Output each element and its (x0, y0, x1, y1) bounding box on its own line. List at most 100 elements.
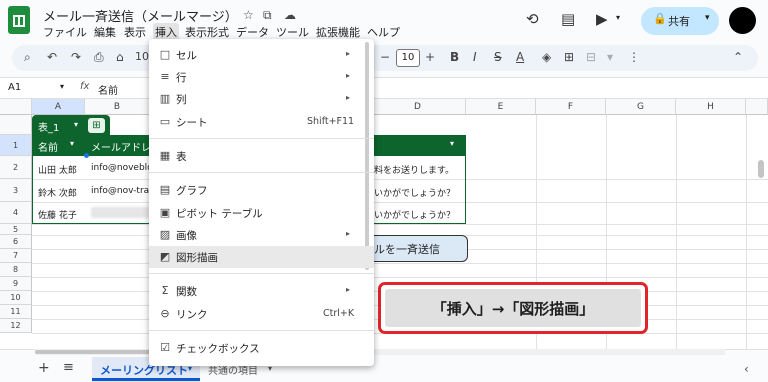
all-sheets-icon[interactable]: ≡ (63, 360, 74, 375)
name-box[interactable]: A1 (8, 82, 21, 93)
row-header[interactable]: 9 (0, 277, 32, 291)
column-icon: ▥ (159, 92, 171, 105)
redo-icon[interactable]: ↷ (71, 50, 81, 64)
column-header[interactable]: B (85, 99, 150, 115)
menu-item-table[interactable]: ▦ 表 (149, 145, 374, 167)
row-header[interactable]: 5 (0, 224, 32, 235)
menu-item-checkbox[interactable]: ☑ チェックボックス (149, 337, 374, 359)
menu-data[interactable]: データ (236, 24, 269, 40)
bold-button[interactable]: B (450, 50, 459, 64)
menu-item-pivot-table[interactable]: ▣ ピボット テーブル (149, 202, 374, 224)
menu-item-column[interactable]: ▥ 列 ▸ (149, 88, 374, 110)
column-menu-caret-icon[interactable]: ▾ (70, 139, 74, 148)
font-size-input[interactable]: 10 (396, 49, 420, 67)
more-options-icon[interactable]: ⋮ (628, 50, 640, 64)
menu-item-link[interactable]: ⊖ リンク Ctrl+K (149, 303, 374, 325)
menu-tools[interactable]: ツール (276, 24, 309, 40)
column-header[interactable]: G (606, 99, 676, 115)
row-header[interactable]: 8 (0, 263, 32, 277)
table-cell[interactable]: 料をお送りします。 (374, 163, 454, 176)
row-header[interactable]: 6 (0, 235, 32, 249)
collapse-toolbar-icon[interactable]: ⌃ (733, 50, 743, 64)
menu-item-cell[interactable]: □ セル ▸ (149, 44, 374, 66)
star-icon[interactable]: ☆ (243, 8, 254, 22)
row-header[interactable]: 1 (0, 135, 32, 156)
italic-button[interactable]: I (473, 50, 477, 64)
row-header[interactable]: 10 (0, 291, 32, 305)
print-icon[interactable]: ⎙ (94, 50, 104, 65)
select-all-corner[interactable] (0, 99, 32, 115)
table-cell[interactable]: 鈴木 次郎 (38, 186, 77, 199)
collapse-sidebar-icon[interactable]: ‹ (744, 362, 749, 376)
menu-item-chart[interactable]: ▤ グラフ (149, 179, 374, 201)
add-sheet-icon[interactable]: + (38, 360, 50, 376)
menu-item-row[interactable]: ≡ 行 ▸ (149, 66, 374, 88)
name-box-caret-icon[interactable]: ▾ (60, 82, 64, 91)
document-title[interactable]: メール一斉送信（メールマージ） (43, 6, 238, 25)
menu-help[interactable]: ヘルプ (367, 24, 400, 40)
fx-icon: fx (80, 81, 90, 92)
row-header[interactable]: 11 (0, 305, 32, 319)
row-header[interactable]: 3 (0, 179, 32, 202)
vertical-scrollbar[interactable] (758, 160, 764, 178)
table-cell[interactable]: いかがでしょうか？ (374, 208, 455, 221)
row-header[interactable]: 4 (0, 202, 32, 224)
borders-icon[interactable]: ⊞ (564, 50, 574, 64)
row-header[interactable]: 2 (0, 156, 32, 179)
menu-extensions[interactable]: 拡張機能 (316, 24, 360, 40)
column-header[interactable]: H (676, 99, 746, 115)
history-icon[interactable]: ⟲ (526, 10, 539, 28)
table-cell[interactable]: いかがでしょうか？ (374, 186, 455, 199)
column-menu-caret-icon[interactable]: ▾ (450, 139, 454, 148)
meet-caret-icon[interactable]: ▾ (616, 13, 620, 22)
menu-item-label: グラフ (176, 185, 208, 197)
strikethrough-button[interactable]: S (494, 50, 502, 64)
merge-cells-icon[interactable]: ⊟ (586, 50, 596, 64)
table-name[interactable]: 表_1 (38, 119, 59, 134)
meet-icon[interactable]: ▶ (596, 10, 608, 28)
column-header[interactable]: A (32, 99, 85, 115)
table-grid-icon[interactable]: ⊞ (88, 118, 105, 133)
menu-file[interactable]: ファイル (43, 24, 87, 40)
table-cell[interactable]: 山田 太郎 (38, 163, 77, 176)
menu-item-function[interactable]: Σ 関数 ▸ (149, 280, 374, 302)
sheets-logo-icon[interactable] (8, 6, 30, 34)
menu-item-label: 行 (176, 72, 187, 84)
menu-item-sheet[interactable]: ▭ シート Shift+F11 (149, 111, 374, 133)
font-size-decrease-button[interactable]: − (380, 50, 390, 64)
table-name-caret-icon[interactable]: ▾ (74, 120, 78, 129)
font-size-increase-button[interactable]: + (425, 50, 435, 64)
formula-input[interactable]: 名前 (98, 82, 118, 97)
row-header[interactable]: 7 (0, 249, 32, 263)
menu-edit[interactable]: 編集 (94, 24, 116, 40)
table-header-email[interactable]: メールアドレ (91, 139, 151, 154)
avatar[interactable] (729, 7, 756, 34)
menu-format[interactable]: 表示形式 (185, 24, 229, 40)
menu-item-shortcut: Shift+F11 (307, 116, 355, 127)
text-color-button[interactable]: A (516, 50, 524, 64)
share-caret-icon[interactable]: ▾ (705, 13, 710, 23)
column-header[interactable]: D (370, 99, 466, 115)
table-cell[interactable]: info@noveblo. (91, 163, 149, 173)
table-cell[interactable]: info@nov-trave (91, 186, 149, 196)
comment-icon[interactable]: ▤ (561, 10, 575, 28)
column-header[interactable]: E (466, 99, 536, 115)
row-header[interactable]: 12 (0, 319, 32, 333)
send-email-label: ルを一斉送信 (374, 243, 440, 256)
table-header-name[interactable]: 名前 (38, 139, 58, 154)
move-to-folder-icon[interactable]: ⧉ (263, 8, 272, 23)
merge-caret-icon[interactable]: ▾ (607, 50, 613, 64)
table-cell[interactable]: 佐藤 花子 (38, 208, 77, 221)
fill-color-icon[interactable]: ◈ (542, 50, 551, 64)
sheet-icon: ▭ (159, 115, 171, 128)
submenu-arrow-icon: ▸ (346, 229, 351, 238)
column-header[interactable]: F (536, 99, 606, 115)
menu-view[interactable]: 表示 (124, 24, 146, 40)
undo-icon[interactable]: ↶ (47, 50, 57, 64)
paint-format-icon[interactable]: ⌂ (116, 50, 124, 64)
menu-item-image[interactable]: ▨ 画像 ▸ (149, 224, 374, 246)
search-menus-icon[interactable]: ⌕ (24, 50, 31, 65)
submenu-arrow-icon: ▸ (346, 49, 351, 58)
menu-item-drawing[interactable]: ◩ 図形描画 (149, 246, 374, 268)
cloud-status-icon[interactable]: ☁ (284, 8, 296, 22)
